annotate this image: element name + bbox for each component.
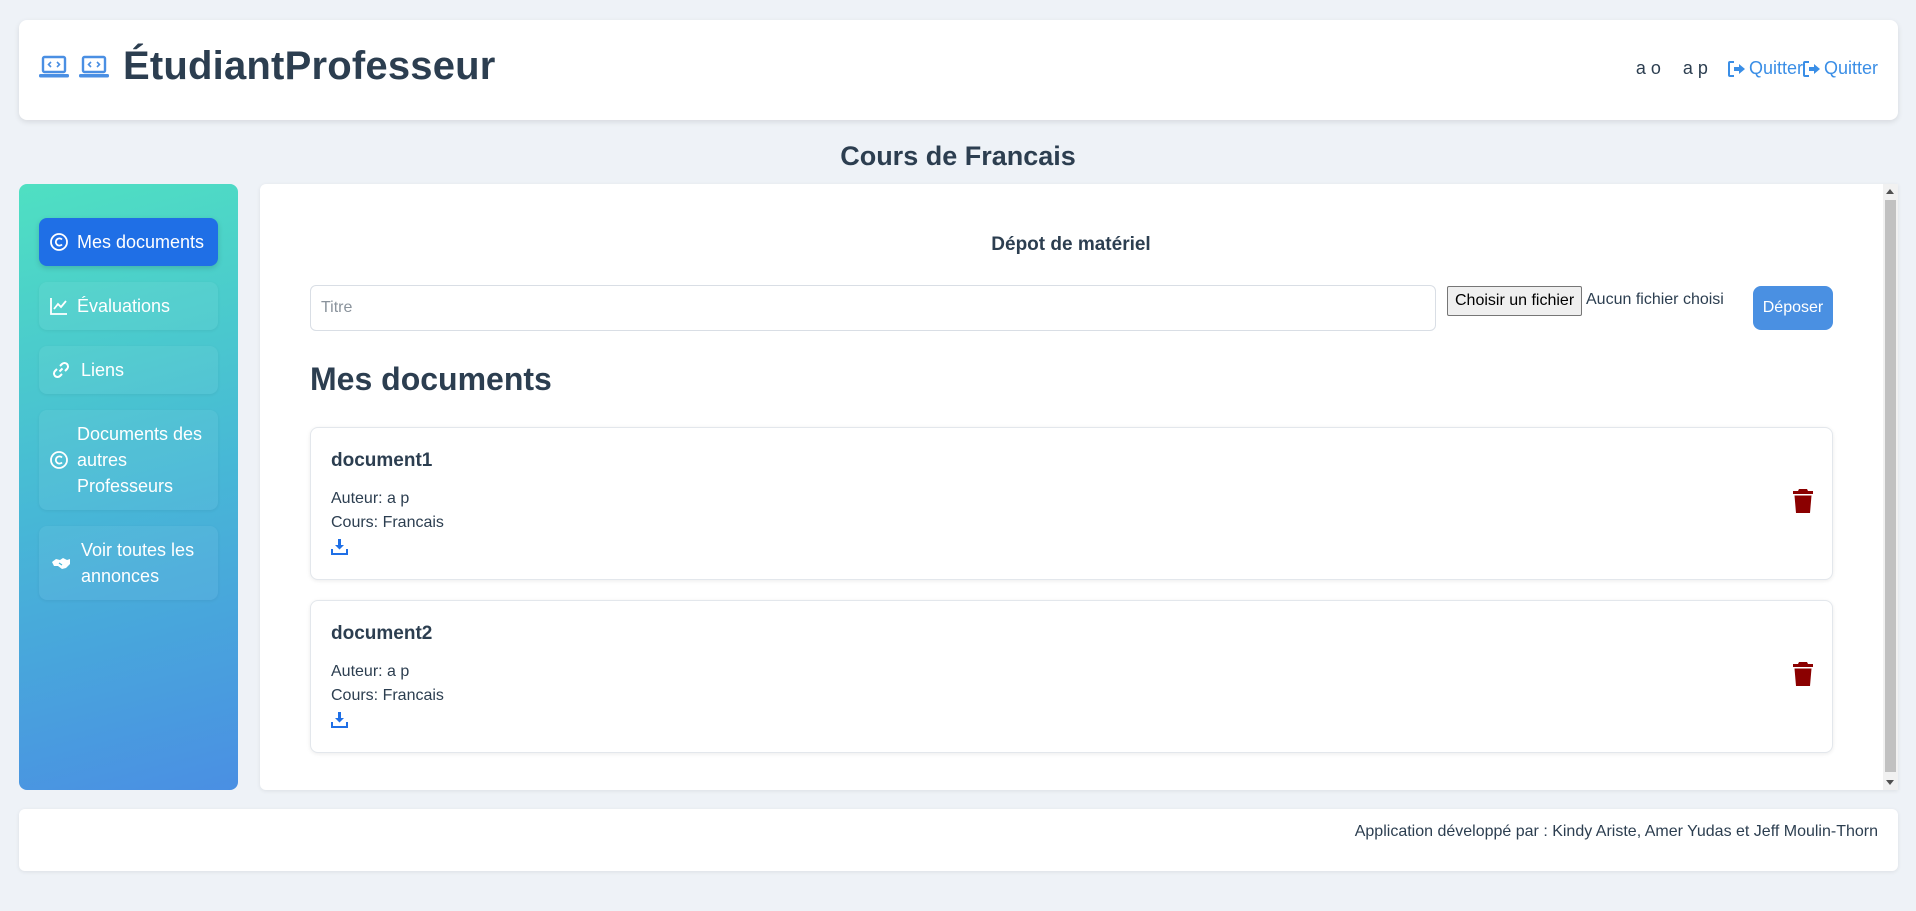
document-card: document2 Auteur: a p Cours: Francais (310, 600, 1833, 753)
sign-out-icon (1802, 60, 1820, 77)
sidebar-item-documents-autres-professeurs[interactable]: Documents des autres Professeurs (39, 410, 218, 510)
trash-icon[interactable] (1792, 488, 1814, 514)
sidebar-item-liens[interactable]: Liens (39, 346, 218, 394)
laptop-code-icon (79, 55, 109, 77)
handshake-icon (52, 558, 70, 569)
laptop-code-icon (39, 55, 69, 77)
sidebar-item-label: Documents des autres Professeurs (77, 424, 203, 496)
link-icon (52, 361, 70, 379)
trash-icon[interactable] (1792, 661, 1814, 687)
scroll-up-arrow[interactable] (1886, 189, 1894, 194)
app-title: ÉtudiantProfesseur (123, 44, 496, 88)
document-name: document1 (331, 450, 433, 471)
sidebar-item-label: Liens (81, 360, 125, 380)
page-title: Cours de Francais (840, 141, 1076, 171)
sidebar-item-mes-documents[interactable]: Mes documents (39, 218, 218, 266)
sidebar-item-evaluations[interactable]: Évaluations (39, 282, 218, 330)
choose-file-button[interactable]: Choisir un fichier (1447, 286, 1583, 316)
quit-label: Quitter (1748, 58, 1803, 78)
sign-out-icon (1727, 60, 1745, 77)
copyright-icon (50, 451, 68, 469)
download-icon[interactable] (331, 538, 348, 555)
user-name: a p (1682, 58, 1708, 78)
sidebar-item-label: Voir toutes les annonces (81, 540, 195, 586)
documents-heading: Mes documents (310, 361, 552, 397)
document-course: Cours: Francais (331, 514, 444, 531)
sidebar-item-label: Mes documents (77, 232, 205, 252)
document-name: document2 (331, 623, 433, 644)
document-card: document1 Auteur: a p Cours: Francais (310, 427, 1833, 580)
top-header: ÉtudiantProfesseur a o a p Quitter Quitt… (19, 20, 1898, 120)
quit-link[interactable]: Quitter (1727, 58, 1803, 79)
quit-link[interactable]: Quitter (1802, 58, 1878, 79)
footer-credits: Application développé par : Kindy Ariste… (1354, 823, 1878, 840)
document-course: Cours: Francais (331, 687, 444, 704)
main-content: Dépot de matériel Choisir un fichier Auc… (260, 184, 1898, 790)
chart-line-icon (50, 298, 67, 315)
file-status: Aucun fichier choisi (1586, 291, 1724, 308)
scroll-down-arrow[interactable] (1886, 780, 1894, 785)
brand: ÉtudiantProfesseur (39, 44, 496, 89)
quit-label: Quitter (1823, 58, 1878, 78)
document-author: Auteur: a p (331, 663, 410, 680)
upload-heading: Dépot de matériel (991, 234, 1151, 255)
download-icon[interactable] (331, 711, 348, 728)
sidebar-item-annonces[interactable]: Voir toutes les annonces (39, 526, 218, 600)
title-input[interactable] (310, 285, 1436, 331)
copyright-icon (50, 233, 68, 251)
scrollbar[interactable] (1883, 184, 1898, 790)
user-name: a o (1635, 58, 1661, 78)
scrollbar-thumb[interactable] (1885, 200, 1896, 772)
footer: Application développé par : Kindy Ariste… (19, 809, 1898, 871)
sidebar-item-label: Évaluations (77, 296, 171, 316)
sidebar: Mes documents Évaluations Liens Document… (19, 184, 238, 790)
deposit-button[interactable]: Déposer (1753, 286, 1833, 330)
document-author: Auteur: a p (331, 490, 410, 507)
user-area: a o a p Quitter Quitter (1636, 58, 1878, 79)
